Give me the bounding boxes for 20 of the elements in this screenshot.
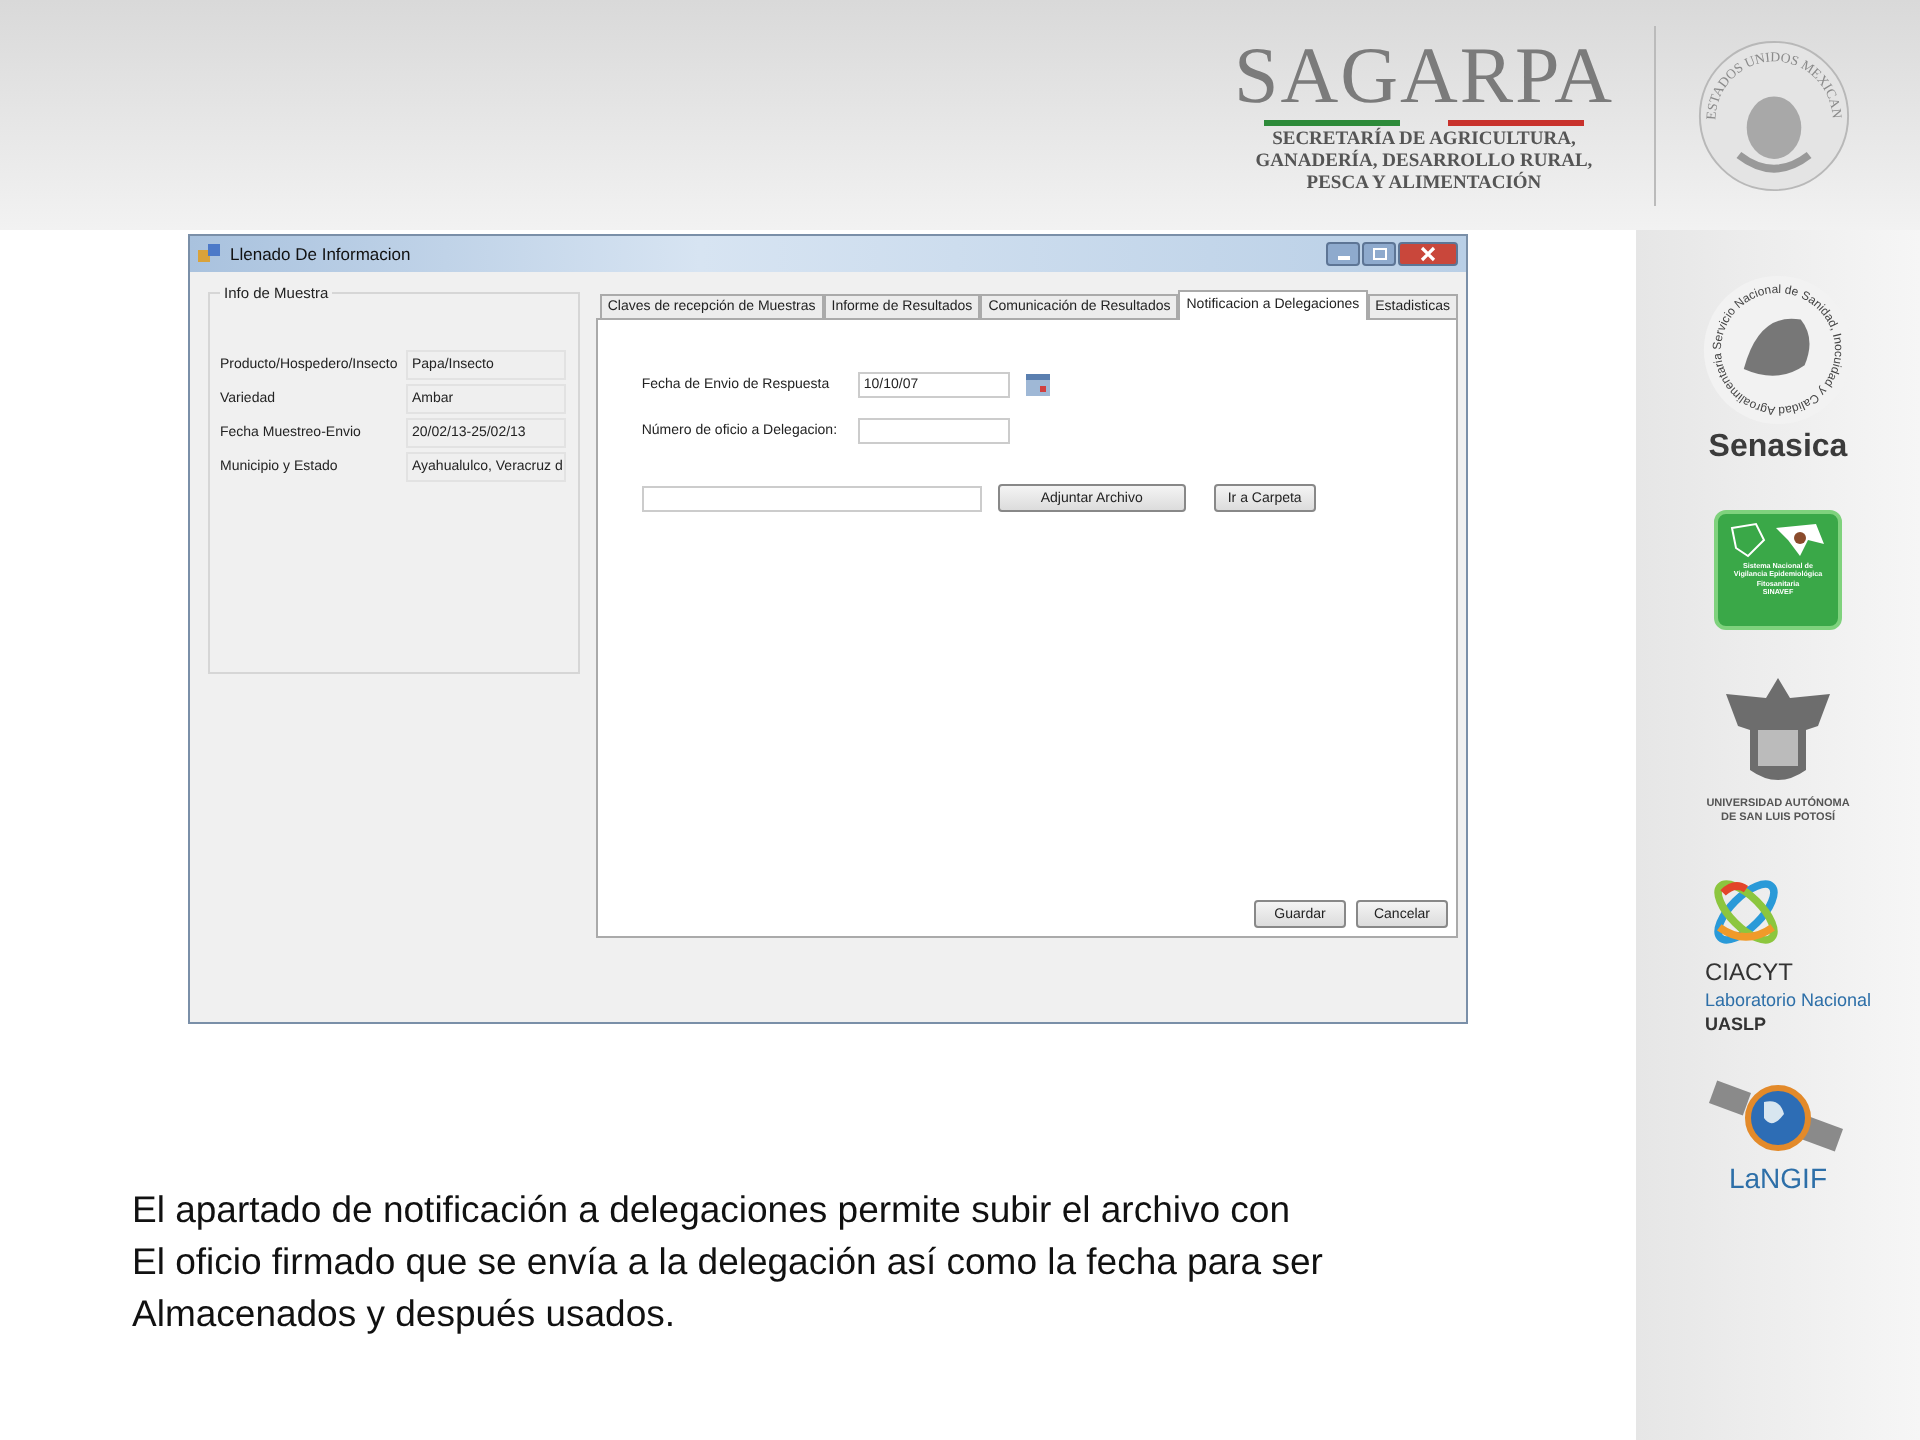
agency-subtitle: SECRETARÍA DE AGRICULTURA, GANADERÍA, DESARROLLO RURAL, PESCA Y ALIMENTACIÓN bbox=[1255, 129, 1593, 195]
close-icon bbox=[1420, 246, 1436, 262]
maximize-icon bbox=[1371, 248, 1387, 260]
logo-name: Senasica bbox=[1708, 430, 1848, 466]
close-button[interactable] bbox=[1398, 242, 1458, 266]
logo-text: UASLP bbox=[1704, 1014, 1766, 1034]
input-field[interactable] bbox=[857, 418, 1010, 444]
logo-subtitle: Laboratorio Nacional bbox=[1704, 990, 1872, 1010]
window-title: Llenado De Informacion bbox=[230, 244, 411, 264]
file-path-field[interactable] bbox=[641, 485, 982, 511]
maximize-button[interactable] bbox=[1362, 242, 1396, 266]
map-icon bbox=[1728, 520, 1828, 560]
app-icon bbox=[198, 244, 222, 264]
caption: El apartado de notificación a delegaciones permite subir el archivo con El oficio firmado que se envía a la delegación así como la fecha para ser Almacenados y después usados. bbox=[132, 1186, 1325, 1338]
logo-name: CIACYT bbox=[1704, 958, 1793, 986]
logo-name: LaNGIF bbox=[1728, 1162, 1827, 1194]
flag-line-icon bbox=[1263, 119, 1584, 125]
calendar-icon[interactable] bbox=[1025, 374, 1050, 396]
agency-name: SAGARPA bbox=[1233, 35, 1614, 115]
minimize-button[interactable] bbox=[1326, 242, 1360, 266]
